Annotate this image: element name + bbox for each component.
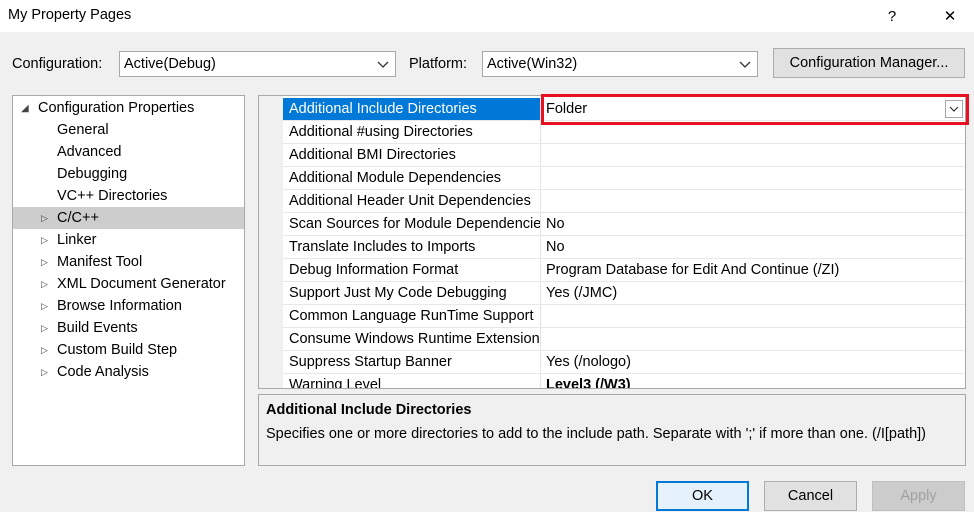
expanded-triangle-icon[interactable]: ◢ xyxy=(21,103,29,114)
property-name[interactable]: Additional #using Directories xyxy=(283,121,541,144)
property-name[interactable]: Support Just My Code Debugging xyxy=(283,282,541,305)
help-button[interactable]: ? xyxy=(872,0,912,32)
collapsed-triangle-icon[interactable]: ▷ xyxy=(41,213,48,224)
tree-item-c-cpp[interactable]: ▷ C/C++ xyxy=(13,207,244,229)
property-name[interactable]: Additional Include Directories xyxy=(283,98,541,121)
collapsed-triangle-icon[interactable]: ▷ xyxy=(41,301,48,312)
property-name[interactable]: Common Language RunTime Support xyxy=(283,305,541,328)
property-row[interactable]: Translate Includes to Imports No xyxy=(283,236,965,259)
property-row[interactable]: Scan Sources for Module Dependencies No xyxy=(283,213,965,236)
collapsed-triangle-icon[interactable]: ▷ xyxy=(41,367,48,378)
description-text: Specifies one or more directories to add… xyxy=(266,426,927,442)
property-row[interactable]: Common Language RunTime Support xyxy=(283,305,965,328)
chevron-down-icon xyxy=(377,61,389,68)
property-row[interactable]: Additional BMI Directories xyxy=(283,144,965,167)
property-name[interactable]: Translate Includes to Imports xyxy=(283,236,541,259)
configuration-manager-button[interactable]: Configuration Manager... xyxy=(773,48,965,78)
tree-item-label: General xyxy=(57,122,109,138)
tree-item-label: Advanced xyxy=(57,144,122,160)
property-name[interactable]: Consume Windows Runtime Extension xyxy=(283,328,541,351)
property-name[interactable]: Debug Information Format xyxy=(283,259,541,282)
property-row[interactable]: Support Just My Code Debugging Yes (/JMC… xyxy=(283,282,965,305)
property-row[interactable]: Additional Header Unit Dependencies xyxy=(283,190,965,213)
tree-item-label: C/C++ xyxy=(57,210,99,226)
window-title: My Property Pages xyxy=(8,7,132,23)
configuration-label: Configuration: xyxy=(12,56,103,72)
tree-item-configuration-properties[interactable]: ◢ Configuration Properties xyxy=(13,97,244,119)
property-value[interactable] xyxy=(541,190,965,213)
tree-item-general[interactable]: General xyxy=(13,119,244,141)
tree-item-label: Linker xyxy=(57,232,97,248)
ok-button[interactable]: OK xyxy=(656,481,749,511)
tree-item-custom-build-step[interactable]: ▷ Custom Build Step xyxy=(13,339,244,361)
description-title: Additional Include Directories xyxy=(266,402,472,418)
tree-item-label: XML Document Generator xyxy=(57,276,226,292)
tree-item-debugging[interactable]: Debugging xyxy=(13,163,244,185)
tree-item-label: Manifest Tool xyxy=(57,254,143,270)
property-name[interactable]: Warning Level xyxy=(283,374,541,388)
platform-label: Platform: xyxy=(409,56,468,72)
tree-item-vc-directories[interactable]: VC++ Directories xyxy=(13,185,244,207)
chevron-down-icon xyxy=(739,61,751,68)
highlight-box xyxy=(541,94,969,125)
close-button[interactable]: ✕ xyxy=(930,0,970,32)
cancel-button[interactable]: Cancel xyxy=(764,481,857,511)
tree-item-linker[interactable]: ▷ Linker xyxy=(13,229,244,251)
collapsed-triangle-icon[interactable]: ▷ xyxy=(41,235,48,246)
tree-item-xml-document-generator[interactable]: ▷ XML Document Generator xyxy=(13,273,244,295)
title-bar xyxy=(0,0,974,32)
property-value[interactable] xyxy=(541,328,965,351)
property-value[interactable] xyxy=(541,167,965,190)
property-name[interactable]: Additional Module Dependencies xyxy=(283,167,541,190)
grid-gutter xyxy=(259,96,283,388)
collapsed-triangle-icon[interactable]: ▷ xyxy=(41,323,48,334)
property-value[interactable]: Yes (/JMC) xyxy=(541,282,965,305)
property-row[interactable]: Additional Module Dependencies xyxy=(283,167,965,190)
property-name[interactable]: Additional BMI Directories xyxy=(283,144,541,167)
collapsed-triangle-icon[interactable]: ▷ xyxy=(41,279,48,290)
property-name[interactable]: Scan Sources for Module Dependencies xyxy=(283,213,541,236)
platform-dropdown[interactable]: Active(Win32) xyxy=(482,51,758,77)
tree-item-advanced[interactable]: Advanced xyxy=(13,141,244,163)
tree-item-build-events[interactable]: ▷ Build Events xyxy=(13,317,244,339)
tree-item-label: VC++ Directories xyxy=(57,188,168,204)
property-row[interactable]: Debug Information Format Program Databas… xyxy=(283,259,965,282)
property-grid[interactable]: Additional Include Directories Folder Ad… xyxy=(258,95,966,389)
description-panel: Additional Include Directories Specifies… xyxy=(258,394,966,466)
property-name[interactable]: Additional Header Unit Dependencies xyxy=(283,190,541,213)
tree-item-manifest-tool[interactable]: ▷ Manifest Tool xyxy=(13,251,244,273)
property-value[interactable] xyxy=(541,144,965,167)
configuration-tree[interactable]: ◢ Configuration Properties General Advan… xyxy=(12,95,245,466)
property-row[interactable]: Suppress Startup Banner Yes (/nologo) xyxy=(283,351,965,374)
property-value[interactable]: Yes (/nologo) xyxy=(541,351,965,374)
apply-button[interactable]: Apply xyxy=(872,481,965,511)
tree-item-label: Browse Information xyxy=(57,298,182,314)
tree-item-label: Debugging xyxy=(57,166,128,182)
platform-value: Active(Win32) xyxy=(487,56,578,72)
tree-item-label: Code Analysis xyxy=(57,364,149,380)
property-value[interactable]: Level3 (/W3) xyxy=(541,374,965,388)
tree-item-label: Custom Build Step xyxy=(57,342,178,358)
tree-item-browse-information[interactable]: ▷ Browse Information xyxy=(13,295,244,317)
configuration-value: Active(Debug) xyxy=(124,56,216,72)
property-value[interactable]: No xyxy=(541,236,965,259)
tree-item-label: Build Events xyxy=(57,320,138,336)
collapsed-triangle-icon[interactable]: ▷ xyxy=(41,345,48,356)
property-value[interactable]: No xyxy=(541,213,965,236)
property-value[interactable] xyxy=(541,305,965,328)
property-name[interactable]: Suppress Startup Banner xyxy=(283,351,541,374)
tree-item-code-analysis[interactable]: ▷ Code Analysis xyxy=(13,361,244,383)
collapsed-triangle-icon[interactable]: ▷ xyxy=(41,257,48,268)
configuration-dropdown[interactable]: Active(Debug) xyxy=(119,51,396,77)
property-row[interactable]: Consume Windows Runtime Extension xyxy=(283,328,965,351)
tree-item-label: Configuration Properties xyxy=(38,100,195,116)
property-value[interactable]: Program Database for Edit And Continue (… xyxy=(541,259,965,282)
property-row[interactable]: Warning Level Level3 (/W3) xyxy=(283,374,965,388)
